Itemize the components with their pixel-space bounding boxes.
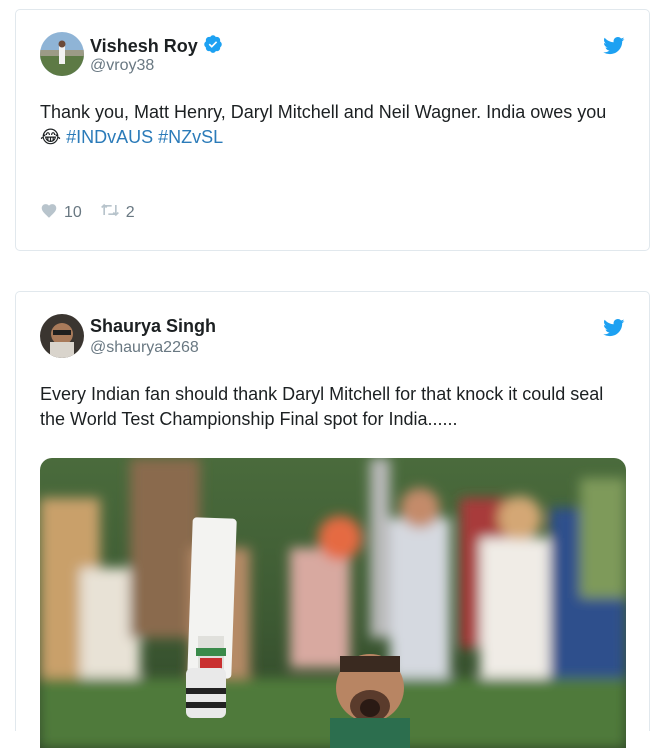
author-name-text[interactable]: Shaurya Singh (90, 316, 216, 337)
heart-icon (40, 202, 58, 223)
hashtag-link[interactable]: #INDvAUS (66, 127, 153, 147)
tweet-text: Thank you, Matt Henry, Daryl Mitchell an… (40, 100, 625, 150)
tweet-actions: 10 2 (40, 202, 153, 223)
tweet-text-body: Thank you, Matt Henry, Daryl Mitchell an… (40, 102, 607, 122)
tweet-text: Every Indian fan should thank Daryl Mitc… (40, 382, 625, 432)
verified-badge-icon (203, 34, 223, 59)
emoji-joy: 😂 (40, 127, 62, 147)
avatar[interactable] (40, 314, 84, 358)
retweet-count: 2 (125, 203, 135, 221)
twitter-bird-icon[interactable] (603, 37, 625, 55)
author-name[interactable]: Vishesh Roy (90, 34, 223, 59)
avatar[interactable] (40, 32, 84, 76)
author-name-text[interactable]: Vishesh Roy (90, 36, 198, 57)
tweet-text-body: Every Indian fan should thank Daryl Mitc… (40, 384, 604, 429)
tweet-card-shaurya-singh: Shaurya Singh @shaurya2268 Every Indian … (15, 291, 650, 748)
retweet-icon (100, 203, 120, 222)
tweet-card-vishesh-roy: Vishesh Roy @vroy38 Thank you, Matt Henr… (15, 9, 650, 251)
twitter-bird-icon[interactable] (603, 319, 625, 337)
author-name[interactable]: Shaurya Singh (90, 316, 216, 337)
like-button[interactable]: 10 (40, 202, 82, 223)
retweet-button[interactable]: 2 (100, 203, 135, 222)
author-handle[interactable]: @shaurya2268 (90, 339, 199, 357)
hashtag-link[interactable]: #NZvSL (158, 127, 223, 147)
author-handle[interactable]: @vroy38 (90, 57, 154, 75)
tweet-media-image[interactable] (40, 458, 626, 748)
like-count: 10 (64, 203, 82, 221)
